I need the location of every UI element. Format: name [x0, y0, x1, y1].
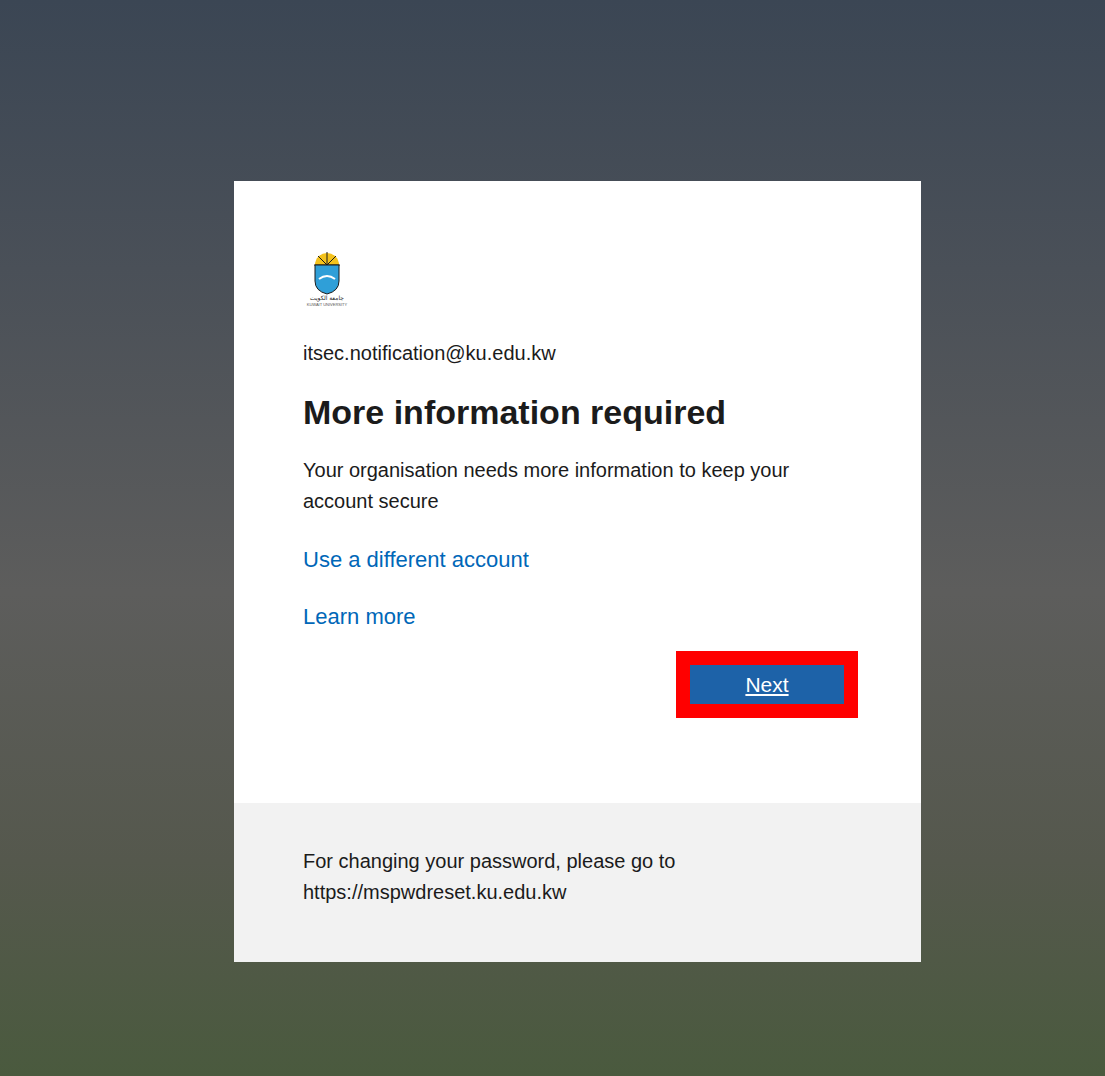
link[interactable]: Learn more — [303, 604, 416, 630]
account-email: itsec.notification@ku.edu.kw — [303, 341, 859, 365]
logo-arabic-text: جامعة الكويت — [310, 295, 344, 302]
sign-in-card: جامعة الكويت KUWAIT UNIVERSITY itsec.not… — [234, 181, 921, 962]
footer-text: https://mspwdreset.ku.edu.kw — [303, 877, 881, 908]
actions: Next — [303, 665, 859, 704]
link-list: Use a different account Learn more — [303, 547, 859, 630]
card-footer: For changing your password, please go to… — [234, 803, 921, 962]
university-logo: جامعة الكويت KUWAIT UNIVERSITY — [303, 251, 351, 307]
page-title: More information required — [303, 391, 859, 433]
description: Your organisation needs more information… — [303, 455, 859, 517]
logo-english-text: KUWAIT UNIVERSITY — [307, 302, 347, 307]
card-body: جامعة الكويت KUWAIT UNIVERSITY itsec.not… — [234, 181, 921, 803]
next-button[interactable]: Next — [690, 665, 844, 704]
background-photo: جامعة الكويت KUWAIT UNIVERSITY itsec.not… — [0, 0, 1105, 1076]
footer-text: For changing your password, please go to — [303, 846, 881, 877]
link[interactable]: Use a different account — [303, 547, 529, 573]
shield-icon — [309, 251, 345, 295]
